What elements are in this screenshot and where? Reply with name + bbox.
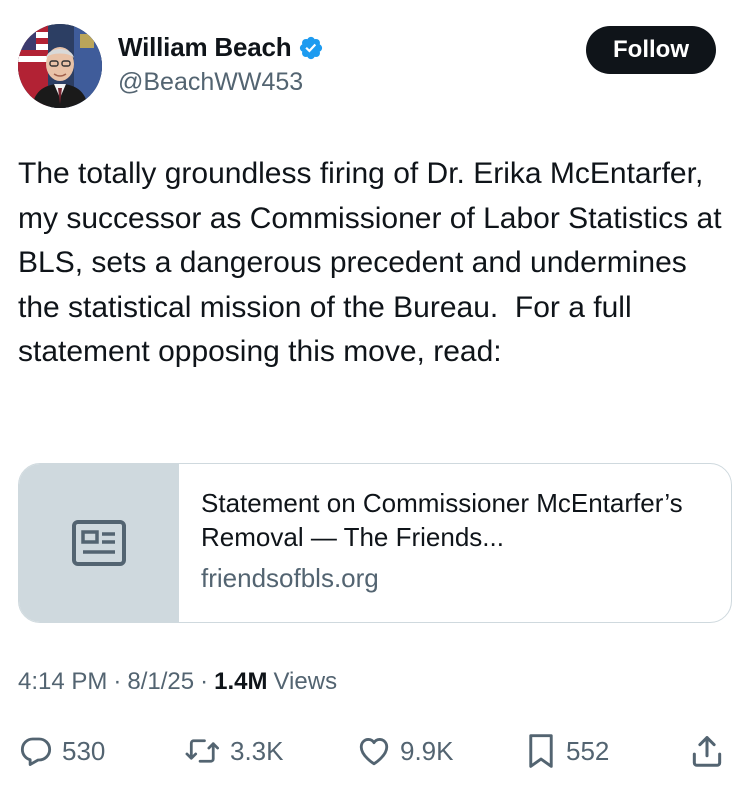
like-button[interactable]: 9.9K	[356, 728, 454, 774]
tweet-action-bar: 530 3.3K 9.9K 552	[18, 728, 730, 774]
link-card-title: Statement on Commissioner McEntarfer’s R…	[201, 488, 683, 552]
avatar-image	[18, 24, 102, 108]
author-display-name[interactable]: William Beach	[118, 32, 292, 63]
reply-count: 530	[62, 735, 106, 766]
heart-icon	[359, 738, 389, 766]
follow-button[interactable]: Follow	[586, 26, 716, 74]
tweet-time[interactable]: 4:14 PM	[18, 668, 107, 696]
article-icon	[72, 520, 126, 566]
link-card-body: Statement on Commissioner McEntarfer’s R…	[179, 464, 701, 622]
meta-separator: ·	[200, 668, 209, 695]
link-card-thumbnail	[19, 464, 179, 622]
reply-icon	[20, 737, 52, 766]
bookmark-icon	[529, 734, 553, 768]
views-count: 1.4M	[214, 668, 268, 695]
repost-icon	[185, 739, 220, 763]
author-handle[interactable]: @BeachWW453	[118, 68, 303, 97]
tweet-date[interactable]: 8/1/25	[127, 668, 194, 696]
link-preview-card[interactable]: Statement on Commissioner McEntarfer’s R…	[18, 463, 732, 623]
repost-count: 3.3K	[230, 735, 284, 766]
avatar[interactable]	[18, 24, 102, 108]
link-card-domain: friendsofbls.org	[201, 563, 379, 593]
bookmark-count: 552	[566, 735, 610, 766]
repost-button[interactable]: 3.3K	[184, 728, 284, 774]
meta-separator: ·	[113, 668, 122, 695]
tweet-meta: 4:14 PM · 8/1/25 · 1.4M Views	[18, 668, 337, 696]
like-count: 9.9K	[400, 735, 454, 766]
verified-badge-icon[interactable]	[298, 35, 324, 61]
bookmark-button[interactable]: 552	[524, 728, 609, 774]
author-name-row: William Beach	[118, 32, 324, 63]
tweet-text: The totally groundless firing of Dr. Eri…	[18, 157, 730, 368]
views-label: Views	[273, 668, 338, 695]
share-button[interactable]	[688, 728, 726, 774]
share-icon	[692, 736, 722, 767]
reply-button[interactable]: 530	[18, 728, 105, 774]
